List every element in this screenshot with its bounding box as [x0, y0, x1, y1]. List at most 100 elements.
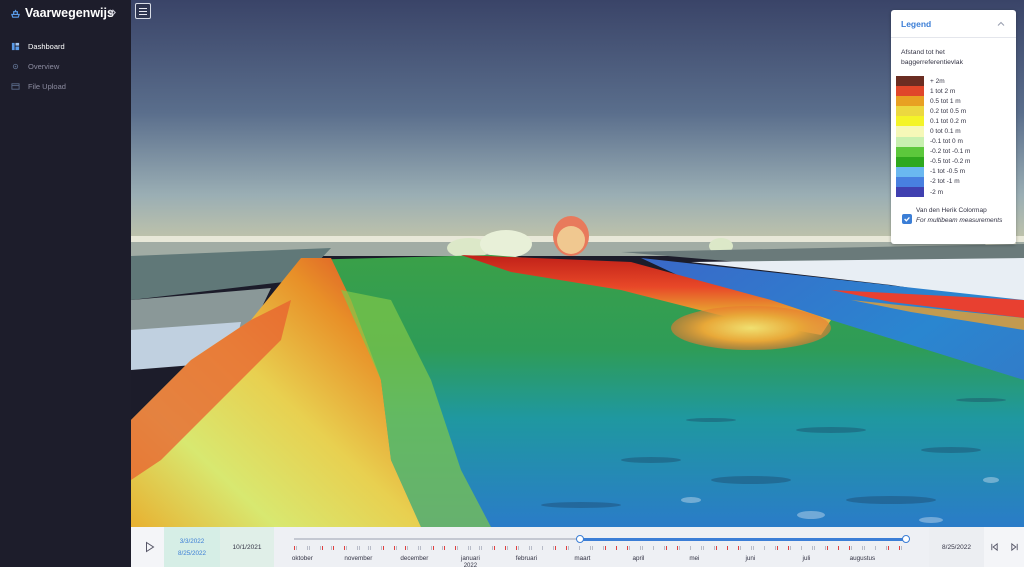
legend-entry-label: 0 tot 0.1 m — [930, 128, 961, 136]
sidebar-item-overview[interactable]: Overview — [0, 56, 131, 76]
timeline-measurement-tick — [838, 546, 839, 550]
timeline-measurement-tick — [825, 546, 826, 550]
legend-entry: 0.2 tot 0.5 m — [896, 106, 1016, 117]
timeline-measurement-tick — [677, 546, 678, 550]
menu-line — [139, 13, 147, 15]
timeline-measurement-tick — [370, 546, 371, 550]
timeline-measurement-tick — [555, 546, 556, 550]
legend-entry: -0.5 tot -0.2 m — [896, 156, 1016, 167]
timeline-end-handle[interactable] — [902, 535, 910, 543]
legend-swatch — [896, 76, 924, 87]
timeline-measurement-tick — [751, 546, 752, 550]
legend-entry: 0.1 tot 0.2 m — [896, 116, 1016, 127]
colormap-checkbox[interactable] — [902, 214, 912, 224]
timeline-month-label: april — [632, 555, 645, 562]
timeline-month-label: januari — [460, 555, 480, 562]
timeline-measurement-tick — [592, 546, 593, 550]
legend-entry: -0.2 tot -0.1 m — [896, 146, 1016, 157]
sidebar-item-dashboard[interactable]: Dashboard — [0, 36, 131, 56]
timeline-measurement-tick — [433, 546, 434, 550]
timeline-measurement-tick — [494, 546, 495, 550]
timeline-measurement-tick — [679, 546, 680, 550]
range-start-date: 10/1/2021 — [220, 527, 274, 567]
timeline-start-handle[interactable] — [575, 535, 584, 543]
timeline-step-controls — [984, 527, 1024, 567]
step-forward-button[interactable] — [1010, 542, 1019, 552]
timeline-measurement-tick — [862, 546, 863, 550]
timeline-measurement-tick — [320, 546, 321, 550]
timeline-measurement-tick — [901, 546, 902, 550]
timeline-measurement-tick — [764, 546, 765, 550]
sidebar-item-file-upload[interactable]: File Upload — [0, 76, 131, 96]
timeline-measurement-tick — [777, 546, 778, 550]
timeline-measurement-tick — [790, 546, 791, 550]
timeline-month-label: juni — [745, 555, 756, 562]
timeline-measurement-tick — [812, 546, 813, 550]
app-title: Vaarwegenwijs — [25, 6, 114, 20]
legend-title: Legend — [901, 18, 932, 29]
timeline-measurement-tick — [701, 546, 702, 550]
timeline-measurement-tick — [899, 546, 900, 550]
timeline-measurement-tick — [309, 546, 310, 550]
legend-header[interactable]: Legend — [891, 10, 1016, 38]
legend-entry: 1 tot 2 m — [896, 86, 1016, 97]
legend-entry-label: -2 m — [930, 188, 943, 196]
timeline-year-label: 2022 — [463, 563, 478, 567]
timeline-measurement-tick — [740, 546, 741, 550]
legend-swatch — [896, 96, 924, 107]
step-forward-icon — [1010, 542, 1018, 552]
timeline-measurement-tick — [322, 546, 323, 550]
sidebar: Vaarwegenwijs Dashboard Overview File Up… — [0, 0, 131, 567]
legend-panel: Legend Afstand tot het baggerreferentiev… — [891, 10, 1016, 244]
collapse-sidebar-button[interactable] — [108, 6, 117, 20]
timeline-measurement-tick — [518, 546, 519, 550]
timeline-measurement-tick — [814, 546, 815, 550]
timeline-measurement-tick — [481, 546, 482, 550]
legend-entry: 0.5 tot 1 m — [896, 96, 1016, 107]
double-chevron-right-icon — [109, 9, 116, 16]
layers-menu-button[interactable] — [135, 3, 151, 19]
colormap-option[interactable]: Van den Herik Colormap For multibeam mea… — [902, 206, 1002, 226]
legend-swatch — [896, 86, 924, 97]
timeline-measurement-tick — [344, 546, 345, 550]
legend-entry: -1 tot -0.5 m — [896, 166, 1016, 177]
legend-swatch — [896, 156, 924, 167]
timeline-measurement-tick — [529, 546, 530, 550]
timeline-measurement-tick — [849, 546, 850, 550]
selected-range-dates: 3/3/2022 8/25/2022 — [164, 527, 220, 567]
sidebar-item-label: Overview — [28, 61, 60, 71]
timeline-measurement-tick — [359, 546, 360, 550]
timeline-bar: 3/3/2022 8/25/2022 10/1/2021 oktober nove… — [131, 527, 1024, 567]
timeline-month-label: december — [400, 555, 429, 562]
timeline-measurement-tick — [629, 546, 630, 550]
timeline-measurement-tick — [864, 546, 865, 550]
file-upload-icon — [11, 82, 20, 90]
range-end-date: 8/25/2022 — [929, 527, 984, 567]
timeline-measurement-tick — [405, 546, 406, 550]
menu-line — [139, 7, 147, 9]
timeline-measurement-tick — [420, 546, 421, 550]
play-button[interactable] — [135, 527, 165, 567]
legend-entry-label: -0.5 tot -0.2 m — [930, 158, 971, 166]
brand[interactable]: Vaarwegenwijs — [10, 6, 114, 20]
timeline-measurement-tick — [590, 546, 591, 550]
timeline-measurement-tick — [827, 546, 828, 550]
timeline-measurement-tick — [394, 546, 395, 550]
timeline-measurement-tick — [605, 546, 606, 550]
timeline-measurement-tick — [753, 546, 754, 550]
step-back-button[interactable] — [990, 542, 999, 552]
menu-line — [139, 10, 147, 12]
timeline-measurement-tick — [381, 546, 382, 550]
timeline-measurement-tick — [294, 546, 295, 550]
sidebar-item-label: Dashboard — [28, 41, 65, 51]
timeline-slider[interactable]: oktober november december januari februari ma… — [274, 527, 929, 567]
timeline-measurement-tick — [653, 546, 654, 550]
legend-swatch — [896, 116, 924, 127]
timeline-measurement-tick — [716, 546, 717, 550]
legend-entry: -2 tot -1 m — [896, 176, 1016, 188]
legend-entry-label: 0.2 tot 0.5 m — [930, 107, 967, 115]
timeline-measurement-tick — [775, 546, 776, 550]
legend-swatch — [896, 166, 924, 177]
timeline-measurement-tick — [505, 546, 506, 550]
chevron-up-icon[interactable] — [996, 19, 1006, 29]
